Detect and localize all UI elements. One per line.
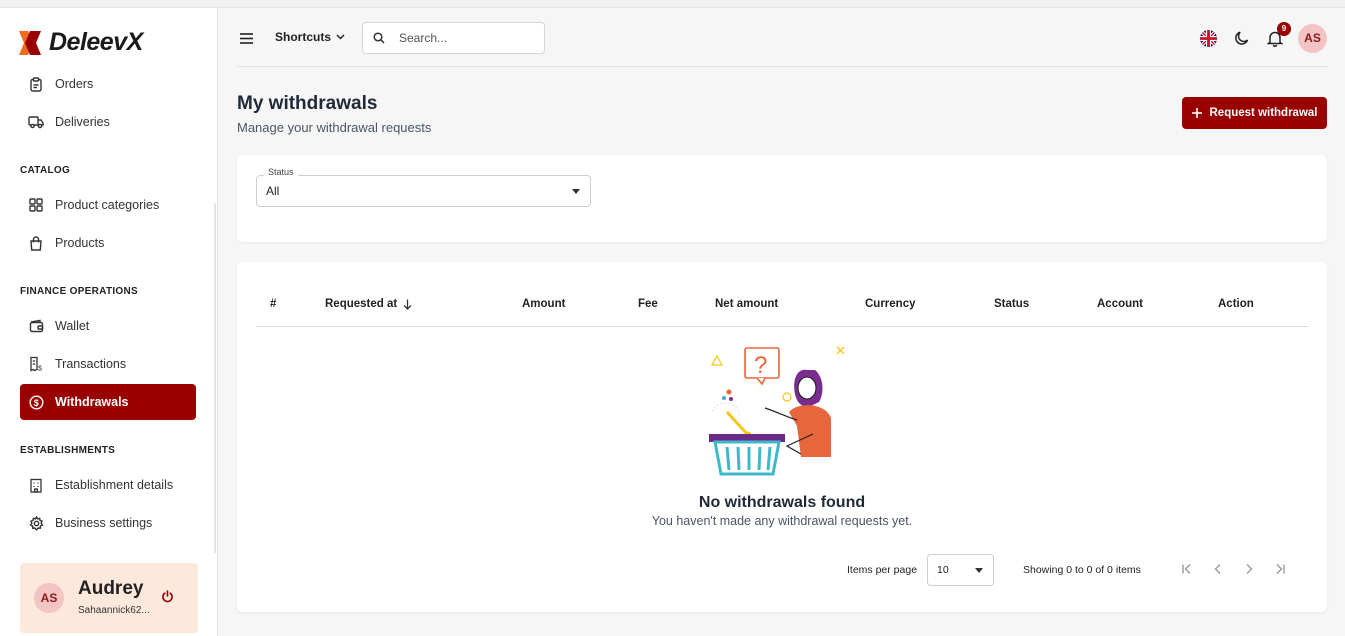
svg-text:?: ?: [754, 352, 767, 379]
window-top-bar: [0, 0, 1345, 8]
sidebar-scrollbar[interactable]: [214, 203, 216, 553]
arrow-down-icon: [403, 299, 412, 310]
deleevx-logo-icon: [19, 30, 41, 55]
column-header-account: Account: [1097, 298, 1143, 310]
items-per-page-label: Items per page: [847, 564, 918, 576]
truck-icon: [28, 114, 44, 130]
sidebar-item-orders[interactable]: Orders: [20, 66, 196, 102]
column-header-amount: Amount: [522, 298, 566, 310]
sidebar-item-label: Orders: [55, 77, 94, 91]
column-header-status: Status: [994, 298, 1030, 310]
shopping-bag-icon: [28, 235, 44, 251]
caret-down-icon: [572, 189, 580, 194]
shortcuts-dropdown[interactable]: Shortcuts: [275, 30, 345, 44]
plus-icon: [1191, 108, 1202, 118]
first-page-icon[interactable]: [1179, 561, 1195, 577]
power-icon[interactable]: [161, 590, 174, 608]
column-header-requested-at[interactable]: Requested at: [325, 298, 412, 310]
column-header-fee: Fee: [638, 298, 658, 310]
sidebar-item-label: Transactions: [55, 357, 127, 371]
user-avatar: AS: [34, 583, 64, 613]
section-title-finance: FINANCE OPERATIONS: [20, 286, 138, 297]
empty-state-subtitle: You haven't made any withdrawal requests…: [651, 514, 913, 528]
receipt-icon: $: [28, 356, 44, 372]
svg-text:$: $: [38, 366, 42, 373]
sidebar-item-deliveries[interactable]: Deliveries: [20, 104, 196, 140]
column-header-index: #: [270, 298, 277, 310]
sidebar-item-transactions[interactable]: $ Transactions: [20, 346, 196, 382]
uk-flag-icon[interactable]: [1200, 29, 1217, 47]
header-avatar[interactable]: AS: [1298, 23, 1327, 53]
brand-logo[interactable]: DeleevX: [18, 28, 143, 57]
sidebar-item-wallet[interactable]: Wallet: [20, 308, 196, 344]
request-withdrawal-button[interactable]: Request withdrawal: [1182, 97, 1327, 129]
column-header-currency: Currency: [865, 298, 916, 310]
sidebar-item-business-settings[interactable]: Business settings: [20, 505, 196, 541]
last-page-icon[interactable]: [1272, 561, 1288, 577]
search-box: [362, 22, 545, 54]
dollar-circle-icon: $: [28, 394, 44, 410]
moon-icon[interactable]: [1234, 30, 1250, 46]
request-withdrawal-label: Request withdrawal: [1209, 107, 1318, 119]
chevron-down-icon: [336, 34, 345, 40]
top-header: Shortcuts 9 AS: [237, 8, 1327, 67]
status-select[interactable]: Status All: [256, 167, 591, 207]
sidebar-item-label: Deliveries: [55, 115, 110, 129]
grid-icon: [28, 197, 44, 213]
section-title-catalog: CATALOG: [20, 165, 71, 176]
sidebar-item-label: Establishment details: [55, 478, 174, 492]
column-header-action: Action: [1218, 298, 1254, 310]
brand-name: DeleevX: [49, 28, 143, 56]
sidebar-item-label: Products: [55, 236, 105, 250]
page-title: My withdrawals: [237, 93, 378, 114]
next-page-icon[interactable]: [1241, 561, 1257, 577]
column-header-net-amount: Net amount: [715, 298, 779, 310]
sidebar-item-label: Product categories: [55, 198, 160, 212]
user-card[interactable]: AS Audrey Sahaannick62...: [20, 563, 198, 633]
sidebar-item-products[interactable]: Products: [20, 225, 196, 261]
sidebar-item-withdrawals[interactable]: $ Withdrawals: [20, 384, 196, 420]
search-input[interactable]: [399, 31, 519, 45]
sidebar-item-product-categories[interactable]: Product categories: [20, 187, 196, 223]
svg-text:$: $: [33, 398, 38, 408]
user-name: Audrey: [78, 578, 144, 599]
building-icon: [28, 477, 44, 493]
pagination-controls: [1179, 561, 1288, 577]
filter-card: Status All: [237, 155, 1327, 242]
notifications-button[interactable]: 9: [1267, 21, 1291, 47]
previous-page-icon[interactable]: [1210, 561, 1226, 577]
section-title-establishments: ESTABLISHMENTS: [20, 445, 116, 456]
shortcuts-label: Shortcuts: [275, 30, 332, 44]
sidebar-item-label: Business settings: [55, 516, 153, 530]
empty-state-title: No withdrawals found: [698, 494, 866, 511]
page-subtitle: Manage your withdrawal requests: [237, 120, 432, 135]
gear-icon: [28, 515, 44, 531]
status-label: Status: [264, 167, 298, 177]
search-icon: [373, 32, 385, 44]
withdrawals-table-card: # Requested at Amount Fee Net amount Cur…: [237, 262, 1327, 612]
table-header: # Requested at Amount Fee Net amount Cur…: [256, 285, 1308, 327]
sidebar-item-label: Withdrawals: [55, 395, 129, 409]
items-per-page-value: 10: [937, 564, 949, 576]
items-per-page-select[interactable]: 10: [927, 554, 994, 586]
caret-down-icon: [975, 568, 983, 573]
sidebar-item-label: Wallet: [55, 319, 90, 333]
user-email: Sahaannick62...: [78, 605, 150, 616]
sidebar: DeleevX Orders Deliveries CATALOG Produc…: [0, 8, 218, 636]
notification-badge: 9: [1277, 21, 1291, 36]
wallet-icon: [28, 318, 44, 334]
empty-state-illustration: ?: [709, 346, 845, 476]
menu-icon[interactable]: [240, 31, 253, 49]
status-value: All: [266, 184, 280, 198]
clipboard-icon: [28, 76, 44, 92]
sidebar-item-establishment-details[interactable]: Establishment details: [20, 467, 196, 503]
header-actions: 9 AS: [1200, 21, 1327, 54]
showing-count: Showing 0 to 0 of 0 items: [1023, 564, 1141, 576]
